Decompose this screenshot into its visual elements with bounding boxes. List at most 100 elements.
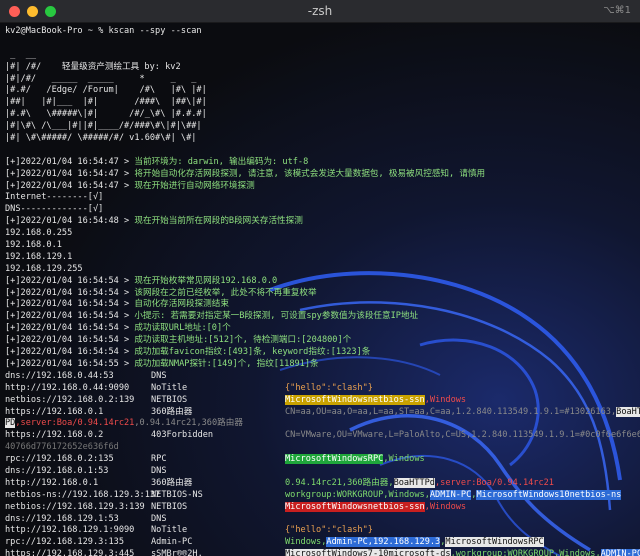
- log-line: 192.168.0.255: [5, 228, 636, 240]
- result-fingerprint: MicrosoftWindows7-10microsoft-ds,workgro…: [285, 549, 640, 556]
- result-url: https://192.168.0.2: [5, 430, 104, 441]
- log-line: [+]2022/01/04 16:54:55 > 成功加载NMAP探针:[149…: [5, 359, 636, 371]
- fingerprint-fragment: MicrosoftWindows7-10microsoft-ds: [285, 549, 451, 556]
- log-prefix: [+]2022/01/04 16:54:54 >: [5, 287, 130, 298]
- fingerprint-fragment: Windows: [429, 394, 467, 405]
- result-fragment: ,0.94.14rc21,360路由器: [134, 418, 243, 429]
- log-line: [+]2022/01/04 16:54:54 > 自动化存活网段探测结束: [5, 299, 636, 311]
- result-fingerprint: CN=aa,OU=aa,O=aa,L=aa,ST=aa,C=aa,1.2.840…: [285, 406, 640, 419]
- log-line: [+]2022/01/04 16:54:54 > 成功加载favicon指纹:[…: [5, 347, 636, 359]
- result-title: sSMBr®®2H.: [151, 549, 203, 556]
- result-fingerprint: MicrosoftWindowsnetbios-ssn,Windows: [285, 501, 467, 514]
- log-prefix: DNS-------------[√]: [5, 204, 104, 215]
- log-prefix: 192.168.0.255: [5, 228, 73, 239]
- log-line: [+]2022/01/04 16:54:48 > 现在开始当前所在网段的B段网关…: [5, 216, 636, 228]
- result-row: dns://192.168.0.1:53 DNS: [5, 466, 636, 478]
- log-prefix: 192.168.0.1: [5, 240, 62, 251]
- banner-line: |#|\#\ /\___|#||#|____/#/###\#\|#|\##|: [5, 121, 202, 132]
- log-prefix: [+]2022/01/04 16:54:48 >: [5, 216, 130, 227]
- result-title: NoTitle: [151, 382, 188, 393]
- result-row: dns://192.168.129.1:53 DNS: [5, 514, 636, 526]
- log-line: [+]2022/01/04 16:54:47 > 当前环境为: darwin, …: [5, 157, 636, 169]
- result-row: netbios://192.168.0.2:139 NETBIOS Microsof…: [5, 394, 636, 407]
- log-prefix: [+]2022/01/04 16:54:54 >: [5, 335, 130, 346]
- terminal-window: -zsh ⌥⌘1 kv2@MacBook-Pro ~ % kscan --spy…: [0, 0, 640, 556]
- result-title: 403Forbidden: [151, 430, 214, 441]
- result-fragment: ,server:Boa/0.94.14rc21: [15, 418, 135, 429]
- result-title: DNS: [151, 513, 167, 524]
- log-prefix: 192.168.129.1: [5, 251, 73, 262]
- fingerprint-fragment: MicrosoftWindowsnetbios-ssn: [285, 501, 425, 512]
- fingerprint-fragment: ,server:Boa/0.94.14rc21: [434, 477, 554, 488]
- log-prefix: [+]2022/01/04 16:54:47 >: [5, 168, 130, 179]
- shell-prompt: kv2@MacBook-Pro ~ % kscan --spy --scan: [5, 26, 202, 36]
- log-message: 现在开始枚举常见网段192.168.0.0: [134, 275, 278, 286]
- log-prefix: [+]2022/01/04 16:54:54 >: [5, 311, 130, 322]
- fingerprint-fragment: ,Windows: [424, 501, 467, 512]
- banner-line: |#.#\ \#####\|#| /#/_\#\ |#.#.#|: [5, 109, 207, 120]
- banner-line: |#| /#/ 轻量级资产测绘工具 by: kv2: [5, 61, 181, 72]
- result-title: 360路由器: [151, 477, 193, 488]
- result-title: Admin-PC: [151, 537, 193, 548]
- fingerprint-fragment: ADMIN-PC: [600, 549, 640, 556]
- result-title: NETBIOS-NS: [151, 489, 203, 500]
- log-message: 当前环境为: darwin, 输出编码为: utf-8: [134, 156, 309, 167]
- log-message: 现在开始当前所在网段的B段网关存活性探测: [134, 216, 303, 227]
- fingerprint-fragment: Admin-PC,192.168.129.3: [326, 537, 441, 548]
- result-url: dns://192.168.0.1:53: [5, 465, 109, 476]
- result-url: netbios://192.168.129.3:139: [5, 501, 145, 512]
- log-message: 将开始自动化存活网段探测, 请注意, 该模式会发送大量数据包, 极易被风控感知,…: [134, 168, 486, 179]
- log-message: 现在开始进行自动网络环境探测: [134, 180, 255, 191]
- banner-line: |##| |#|___ |#| /###\ |##\|#|: [5, 97, 207, 108]
- result-fingerprint: {"hello":"clash"}: [285, 525, 373, 537]
- terminal-output[interactable]: kv2@MacBook-Pro ~ % kscan --spy --scan _…: [5, 26, 640, 556]
- result-url: rpc://192.168.0.2:135: [5, 454, 114, 465]
- fingerprint-fragment: {"hello":"clash"}: [285, 382, 373, 393]
- fingerprint-fragment: 0.94.14rc21,360路由器,: [285, 477, 394, 488]
- result-url: netbios-ns://192.168.129.3:137: [5, 489, 161, 500]
- window-shortcut: ⌥⌘1: [603, 5, 631, 16]
- banner-line: _ __: [5, 49, 37, 60]
- result-row: netbios://192.168.129.3:139 NETBIOS Micros…: [5, 501, 636, 514]
- result-title: DNS: [151, 465, 167, 476]
- log-line: [+]2022/01/04 16:54:54 > 成功读取主机地址:[512]个…: [5, 335, 636, 347]
- fingerprint-fragment: CN=aa,OU=aa,O=aa,L=aa,ST=aa,C=aa,1.2.840…: [285, 406, 617, 417]
- fingerprint-fragment: {"hello":"clash"}: [285, 525, 373, 536]
- result-fingerprint: MicrosoftWindowsRPC,Windows: [285, 454, 425, 466]
- result-row: dns://192.168.0.44:53 DNS: [5, 371, 636, 383]
- log-line: Internet--------[√]: [5, 192, 636, 204]
- result-title: 360路由器: [151, 406, 193, 417]
- window-title: -zsh: [307, 4, 333, 18]
- result-row: netbios-ns://192.168.129.3:137 NETBIOS-NS…: [5, 489, 636, 502]
- log-line: 192.168.129.255: [5, 264, 636, 276]
- log-message: 小提示: 若需要对指定某一B段探测, 可设置spy参数值为该段任意IP地址: [134, 311, 419, 322]
- result-row: https://192.168.0.1 360路由器 CN=aa,OU=aa,O=a…: [5, 406, 640, 419]
- result-fingerprint: {"hello":"clash"}: [285, 383, 373, 395]
- result-url: https://192.168.129.3:445: [5, 549, 135, 556]
- result-fragment: PD: [5, 418, 16, 429]
- result-title: NoTitle: [151, 525, 188, 536]
- log-line: [+]2022/01/04 16:54:54 > 成功读取URL地址:[0]个: [5, 323, 636, 335]
- banner-line: |#.#/ /Edge/ /Forum| /#\ |#\ |#|: [5, 85, 207, 96]
- log-prefix: [+]2022/01/04 16:54:54 >: [5, 299, 130, 310]
- result-fingerprint: Windows,Admin-PC,192.168.129.3,Microsoft…: [285, 537, 544, 549]
- log-prefix: [+]2022/01/04 16:54:47 >: [5, 156, 130, 167]
- log-line: 192.168.129.1: [5, 252, 636, 264]
- result-url: http://192.168.129.1:9090: [5, 525, 135, 536]
- fingerprint-fragment: MicrosoftWindowsRPC: [445, 537, 544, 548]
- log-message: 成功加载favicon指纹:[493]条, keyword指纹:[1323]条: [134, 347, 371, 358]
- log-line: [+]2022/01/04 16:54:54 > 该网段在之前已经枚举, 此处不…: [5, 288, 636, 300]
- result-url: http://192.168.0.1: [5, 477, 99, 488]
- title-bar: -zsh ⌥⌘1: [0, 0, 640, 23]
- fingerprint-fragment: MicrosoftWindows10netbios-ns: [476, 489, 622, 500]
- log-line: [+]2022/01/04 16:54:47 > 现在开始进行自动网络环境探测: [5, 181, 636, 193]
- log-line: DNS-------------[√]: [5, 204, 636, 216]
- result-title: NETBIOS: [151, 394, 188, 405]
- result-fragment: 40766d776172652e636f6d: [5, 442, 119, 453]
- log-prefix: 192.168.129.255: [5, 263, 83, 274]
- banner-line: |#| \#\#####/ \#####/#/ v1.60#\#| \#|: [5, 133, 197, 144]
- fingerprint-fragment: ,workgroup:WORKGROUP,Windows,: [450, 549, 601, 556]
- result-fingerprint: workgroup:WORKGROUP,Windows,ADMIN-PC,Mic…: [285, 489, 622, 502]
- result-url: http://192.168.0.44:9090: [5, 382, 130, 393]
- result-row: PD,server:Boa/0.94.14rc21,0.94.14rc21,36…: [5, 418, 636, 430]
